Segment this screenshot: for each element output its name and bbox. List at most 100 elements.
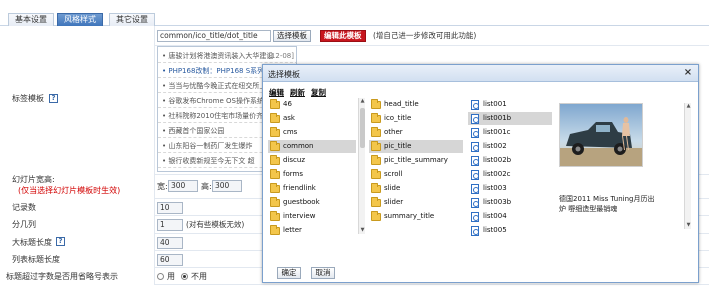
template-file-icon [471,156,479,166]
folder-item-selected[interactable]: common [268,140,356,153]
folder-icon [371,197,381,207]
list-title-length-label: 列表标题长度 [12,255,60,264]
edit-template-hint: (增自己进一步修改可用此功能) [373,31,477,40]
template-file-icon [471,184,479,194]
folder-icon [270,141,280,151]
edit-tool-link[interactable]: 编辑 [269,87,284,98]
folder-item[interactable]: scroll [369,168,463,181]
folder-item[interactable]: summary_title [369,210,463,223]
preview-caption: 德国2011 Miss Tuning月历出炉 嘢细造型最销魂 [559,195,655,213]
template-file-icon [471,100,479,110]
folder-icon [371,99,381,109]
confirm-button[interactable]: 确定 [277,267,301,279]
ellipsis-no-radio[interactable] [181,273,188,280]
preview-scrollbar[interactable]: ▲ ▼ [684,103,691,229]
dialog-header: 选择模板 × [263,65,698,82]
folder-icon [371,183,381,193]
file-item-selected[interactable]: list001b [468,112,552,125]
folder-item[interactable]: slider [369,196,463,209]
folder-item-selected[interactable]: pic_title [369,140,463,153]
folder-item[interactable]: letter [268,224,356,237]
scroll-thumb[interactable] [360,108,365,148]
scroll-down-icon[interactable]: ▼ [359,227,366,234]
close-icon[interactable]: × [683,68,693,78]
tab-other-settings[interactable]: 其它设置 [109,13,155,26]
template-file-icon [471,198,479,208]
folder-icon [371,155,381,165]
width-label: 宽: [157,182,168,191]
dialog-title: 选择模板 [268,70,300,79]
select-template-button[interactable]: 选择模板 [273,30,311,42]
copy-tool-link[interactable]: 复制 [311,87,326,98]
file-item[interactable]: list003 [468,182,552,195]
template-file-icon [471,212,479,222]
ellipsis-yes-radio[interactable] [157,273,164,280]
template-file-icon [471,114,479,124]
file-item[interactable]: list002b [468,154,552,167]
folder-column-1: 46 ask cms common discuz forms friendlin… [268,98,358,236]
title-length-label: 大标题长度 [12,238,52,247]
folder-icon [270,113,280,123]
folder-item[interactable]: other [369,126,463,139]
folder-item[interactable]: ask [268,112,356,125]
folder-item[interactable]: ico_title [369,112,463,125]
template-path-label-cell [0,26,155,46]
folder-icon [371,211,381,221]
file-item[interactable]: list001c [468,126,552,139]
folder-icon [371,113,381,123]
folder-icon [371,141,381,151]
folder-item[interactable]: head_title [369,98,463,111]
slide-width-input[interactable]: 300 [168,180,198,192]
file-item[interactable]: list002 [468,140,552,153]
column-1-scrollbar[interactable]: ▲ ▼ [358,98,365,234]
template-file-icon [471,142,479,152]
template-label: 标签模板 [12,94,44,103]
tab-basic-settings[interactable]: 基本设置 [8,13,54,26]
folder-item[interactable]: friendlink [268,182,356,195]
folder-icon [270,183,280,193]
folder-item[interactable]: pic_title_summary [369,154,463,167]
file-item[interactable]: list004 [468,210,552,223]
template-path-input[interactable]: common/ico_title/dot_title [157,30,271,42]
scroll-down-icon[interactable]: ▼ [685,222,692,229]
file-item[interactable]: list002c [468,168,552,181]
columns-input[interactable]: 1 [157,219,183,231]
folder-icon [270,99,280,109]
folder-item[interactable]: slide [369,182,463,195]
folder-icon [270,197,280,207]
folder-item[interactable]: interview [268,210,356,223]
folder-item[interactable]: guestbook [268,196,356,209]
folder-icon [270,225,280,235]
folder-item[interactable]: cms [268,126,356,139]
folder-icon [270,127,280,137]
folder-column-2: head_title ico_title other pic_title pic… [369,98,463,236]
file-column-3: list001 list001b list001c list002 list00… [468,98,553,236]
template-file-icon [471,170,479,180]
folder-item[interactable]: discuz [268,154,356,167]
tab-style[interactable]: 风格样式 [57,13,103,26]
records-input[interactable]: 10 [157,202,183,214]
file-item[interactable]: list005 [468,224,552,237]
cancel-button[interactable]: 取消 [311,267,335,279]
scroll-up-icon[interactable]: ▲ [685,103,692,110]
edit-template-button[interactable]: 编辑此模板 [320,30,366,42]
template-file-icon [471,128,479,138]
folder-icon [371,169,381,179]
scroll-up-icon[interactable]: ▲ [359,98,366,105]
title-length-input[interactable]: 40 [157,237,183,249]
car-photo-image [560,104,642,166]
height-label: 高: [201,182,212,191]
ellipsis-yes-label: 用 [167,272,175,281]
title-length-help-icon[interactable]: ? [56,237,65,246]
folder-icon [270,169,280,179]
template-help-icon[interactable]: ? [49,94,58,103]
refresh-tool-link[interactable]: 刷新 [290,87,305,98]
slide-height-input[interactable]: 300 [212,180,242,192]
folder-item[interactable]: 46 [268,98,356,111]
columns-note: (对有些模板无效) [186,220,245,229]
folder-item[interactable]: forms [268,168,356,181]
list-title-length-input[interactable]: 60 [157,254,183,266]
file-item[interactable]: list003b [468,196,552,209]
news-item: • 唐骏计划将港澳资讯装入大华建设 [12-08] [158,50,296,63]
file-item[interactable]: list001 [468,98,552,111]
